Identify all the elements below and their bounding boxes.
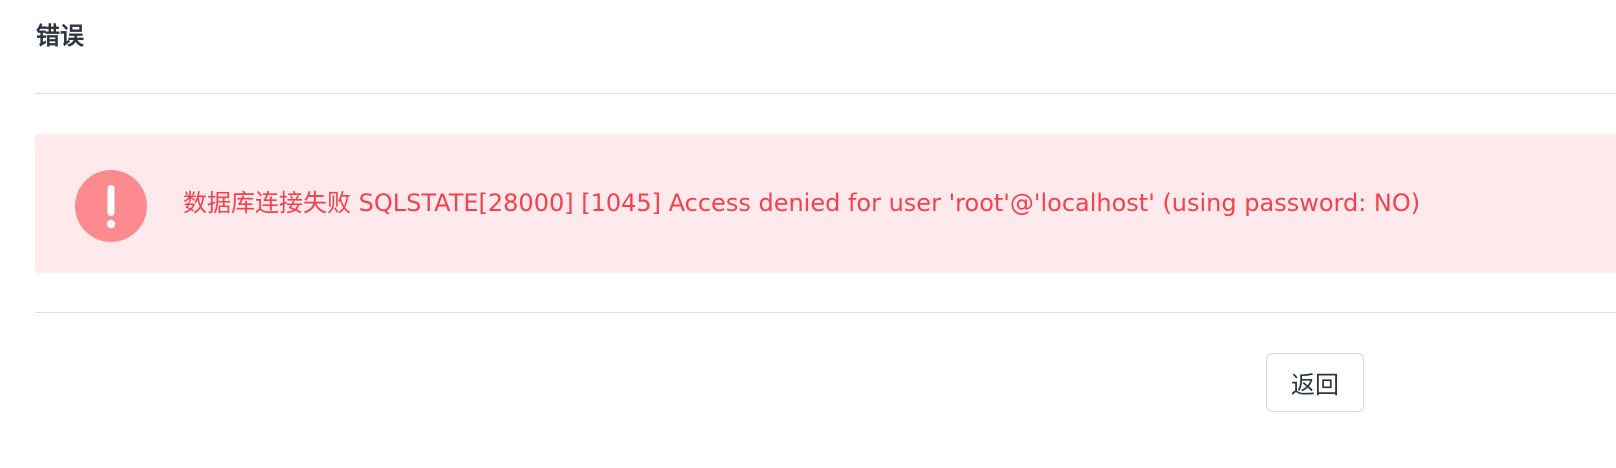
error-message: 数据库连接失败 SQLSTATE[28000] [1045] Access de… xyxy=(183,189,1421,217)
back-button[interactable]: 返回 xyxy=(1266,353,1364,412)
footer-divider xyxy=(35,312,1616,313)
exclamation-icon xyxy=(75,170,147,242)
error-alert: 数据库连接失败 SQLSTATE[28000] [1045] Access de… xyxy=(35,134,1616,273)
header-divider xyxy=(35,93,1616,94)
page-title: 错误 xyxy=(36,22,84,50)
error-page: 错误 数据库连接失败 SQLSTATE[28000] [1045] Access… xyxy=(0,0,1616,468)
